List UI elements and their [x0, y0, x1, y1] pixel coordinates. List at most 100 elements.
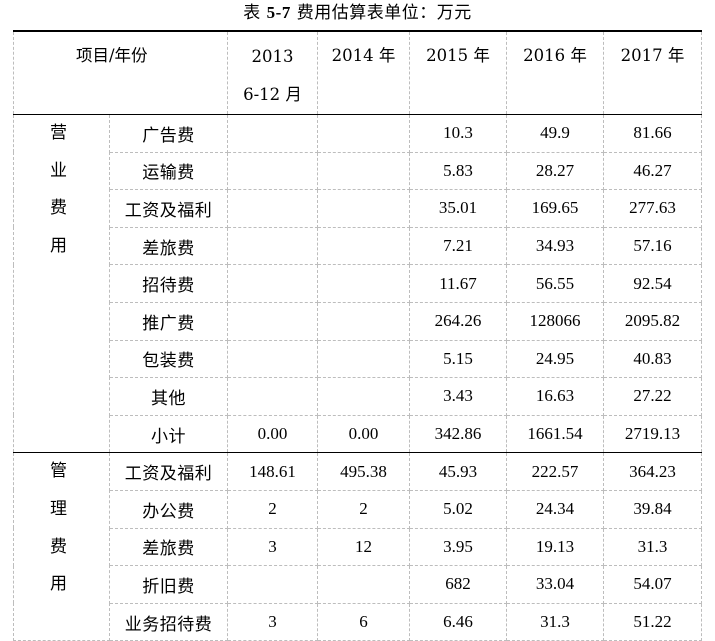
cell-2015: 342.86 [409, 415, 507, 454]
row-item: 工资及福利 [109, 452, 228, 491]
cell-2014 [317, 264, 410, 303]
cell-2016: 19.13 [506, 528, 604, 567]
cell-2017: 364.23 [603, 452, 702, 491]
cell-2013 [227, 264, 318, 303]
cell-2015: 11.67 [409, 264, 507, 303]
row-item: 工资及福利 [109, 189, 228, 228]
row-item: 包装费 [109, 340, 228, 379]
cell-2013 [227, 377, 318, 416]
row-item: 运输费 [109, 152, 228, 191]
cell-2017: 40.83 [603, 340, 702, 379]
cell-2017: 2095.82 [603, 302, 702, 341]
cell-2015: 264.26 [409, 302, 507, 341]
table-row: 办公费 2 2 5.02 24.34 39.84 [14, 490, 702, 529]
header-row: 项目/年份 2013 6-12 月 2014 年 2015 年 2016 年 20… [13, 30, 702, 115]
table-row: 管理费用 工资及福利 148.61 495.38 45.93 222.57 36… [13, 452, 702, 641]
cell-2016: 169.65 [506, 189, 604, 228]
row-item: 差旅费 [109, 227, 228, 266]
table-row: 运输费 5.83 28.27 46.27 [14, 152, 702, 191]
row-item: 其他 [109, 377, 228, 416]
table-row: 推广费 264.26 128066 2095.82 [14, 302, 702, 341]
cell-2016: 16.63 [506, 377, 604, 416]
cell-2017: 31.3 [603, 528, 702, 567]
caption-text: 费用估算表单位：万元 [290, 3, 472, 23]
cell-2015: 10.3 [409, 114, 507, 153]
table-row: 招待费 11.67 56.55 92.54 [14, 264, 702, 303]
table-row: 差旅费 3 12 3.95 19.13 31.3 [14, 528, 702, 567]
cell-2013 [227, 340, 318, 379]
header-2013-months: 6-12 月 [243, 85, 302, 104]
cell-2017: 81.66 [603, 114, 702, 153]
cell-2015: 5.02 [409, 490, 507, 529]
header-2017: 2017 年 [603, 30, 702, 115]
header-2014: 2014 年 [317, 30, 410, 115]
cell-2017: 54.07 [603, 565, 702, 604]
cell-2013: 3 [227, 528, 318, 567]
cell-2014 [317, 227, 410, 266]
cell-2013: 2 [227, 490, 318, 529]
cell-2016: 128066 [506, 302, 604, 341]
header-2016: 2016 年 [506, 30, 604, 115]
cell-2017: 2719.13 [603, 415, 702, 454]
table-row: 折旧费 682 33.04 54.07 [14, 565, 702, 604]
cell-2017: 51.22 [603, 603, 702, 641]
header-item-year: 项目/年份 [13, 30, 228, 115]
cell-2015: 45.93 [409, 452, 507, 491]
row-item: 折旧费 [109, 565, 228, 604]
table-row: 差旅费 7.21 34.93 57.16 [14, 227, 702, 266]
cell-2014 [317, 189, 410, 228]
table-row: 业务招待费 3 6 6.46 31.3 51.22 [14, 603, 702, 641]
cell-2015: 7.21 [409, 227, 507, 266]
cell-2014 [317, 565, 410, 604]
cell-2016: 24.34 [506, 490, 604, 529]
cell-2013 [227, 227, 318, 266]
cell-2016: 49.9 [506, 114, 604, 153]
row-item: 业务招待费 [109, 603, 228, 641]
header-2015: 2015 年 [409, 30, 507, 115]
cell-2015: 5.15 [409, 340, 507, 379]
header-2013: 2013 6-12 月 [227, 30, 318, 115]
cell-2015: 3.43 [409, 377, 507, 416]
cell-2013 [227, 189, 318, 228]
cell-2014 [317, 340, 410, 379]
cell-2013 [227, 152, 318, 191]
cell-2017: 92.54 [603, 264, 702, 303]
cell-2017: 27.22 [603, 377, 702, 416]
table-row: 其他 3.43 16.63 27.22 [14, 377, 702, 416]
cell-2014: 2 [317, 490, 410, 529]
expense-estimate-table: 项目/年份 2013 6-12 月 2014 年 2015 年 2016 年 20… [13, 30, 702, 641]
cell-2013: 0.00 [227, 415, 318, 454]
cell-2013: 3 [227, 603, 318, 641]
row-item: 广告费 [109, 114, 228, 153]
row-item: 小计 [109, 415, 228, 454]
row-item: 办公费 [109, 490, 228, 529]
cell-2014 [317, 377, 410, 416]
cell-2016: 33.04 [506, 565, 604, 604]
cell-2016: 34.93 [506, 227, 604, 266]
cell-2013 [227, 114, 318, 153]
cell-2017: 46.27 [603, 152, 702, 191]
cell-2016: 56.55 [506, 264, 604, 303]
cell-2016: 31.3 [506, 603, 604, 641]
cell-2014 [317, 114, 410, 153]
cell-2017: 277.63 [603, 189, 702, 228]
category-operating-expenses: 营业费用 [13, 113, 110, 454]
table-caption: 表 5-7 费用估算表单位：万元 [0, 3, 715, 23]
cell-2014: 0.00 [317, 415, 410, 454]
cell-2016: 1661.54 [506, 415, 604, 454]
row-item: 差旅费 [109, 528, 228, 567]
row-item: 招待费 [109, 264, 228, 303]
cell-2017: 39.84 [603, 490, 702, 529]
cell-2014: 12 [317, 528, 410, 567]
cell-2017: 57.16 [603, 227, 702, 266]
subtotal-row: 小计 0.00 0.00 342.86 1661.54 2719.13 [14, 415, 702, 454]
cell-2016: 24.95 [506, 340, 604, 379]
cell-2014 [317, 302, 410, 341]
row-item: 推广费 [109, 302, 228, 341]
caption-table-number: 5-7 [266, 3, 291, 22]
caption-prefix: 表 [243, 3, 267, 23]
table-row: 工资及福利 35.01 169.65 277.63 [14, 189, 702, 228]
header-2013-year: 2013 [251, 47, 294, 66]
cell-2014: 6 [317, 603, 410, 641]
table-row: 营业费用 广告费 10.3 49.9 81.66 [13, 113, 702, 454]
